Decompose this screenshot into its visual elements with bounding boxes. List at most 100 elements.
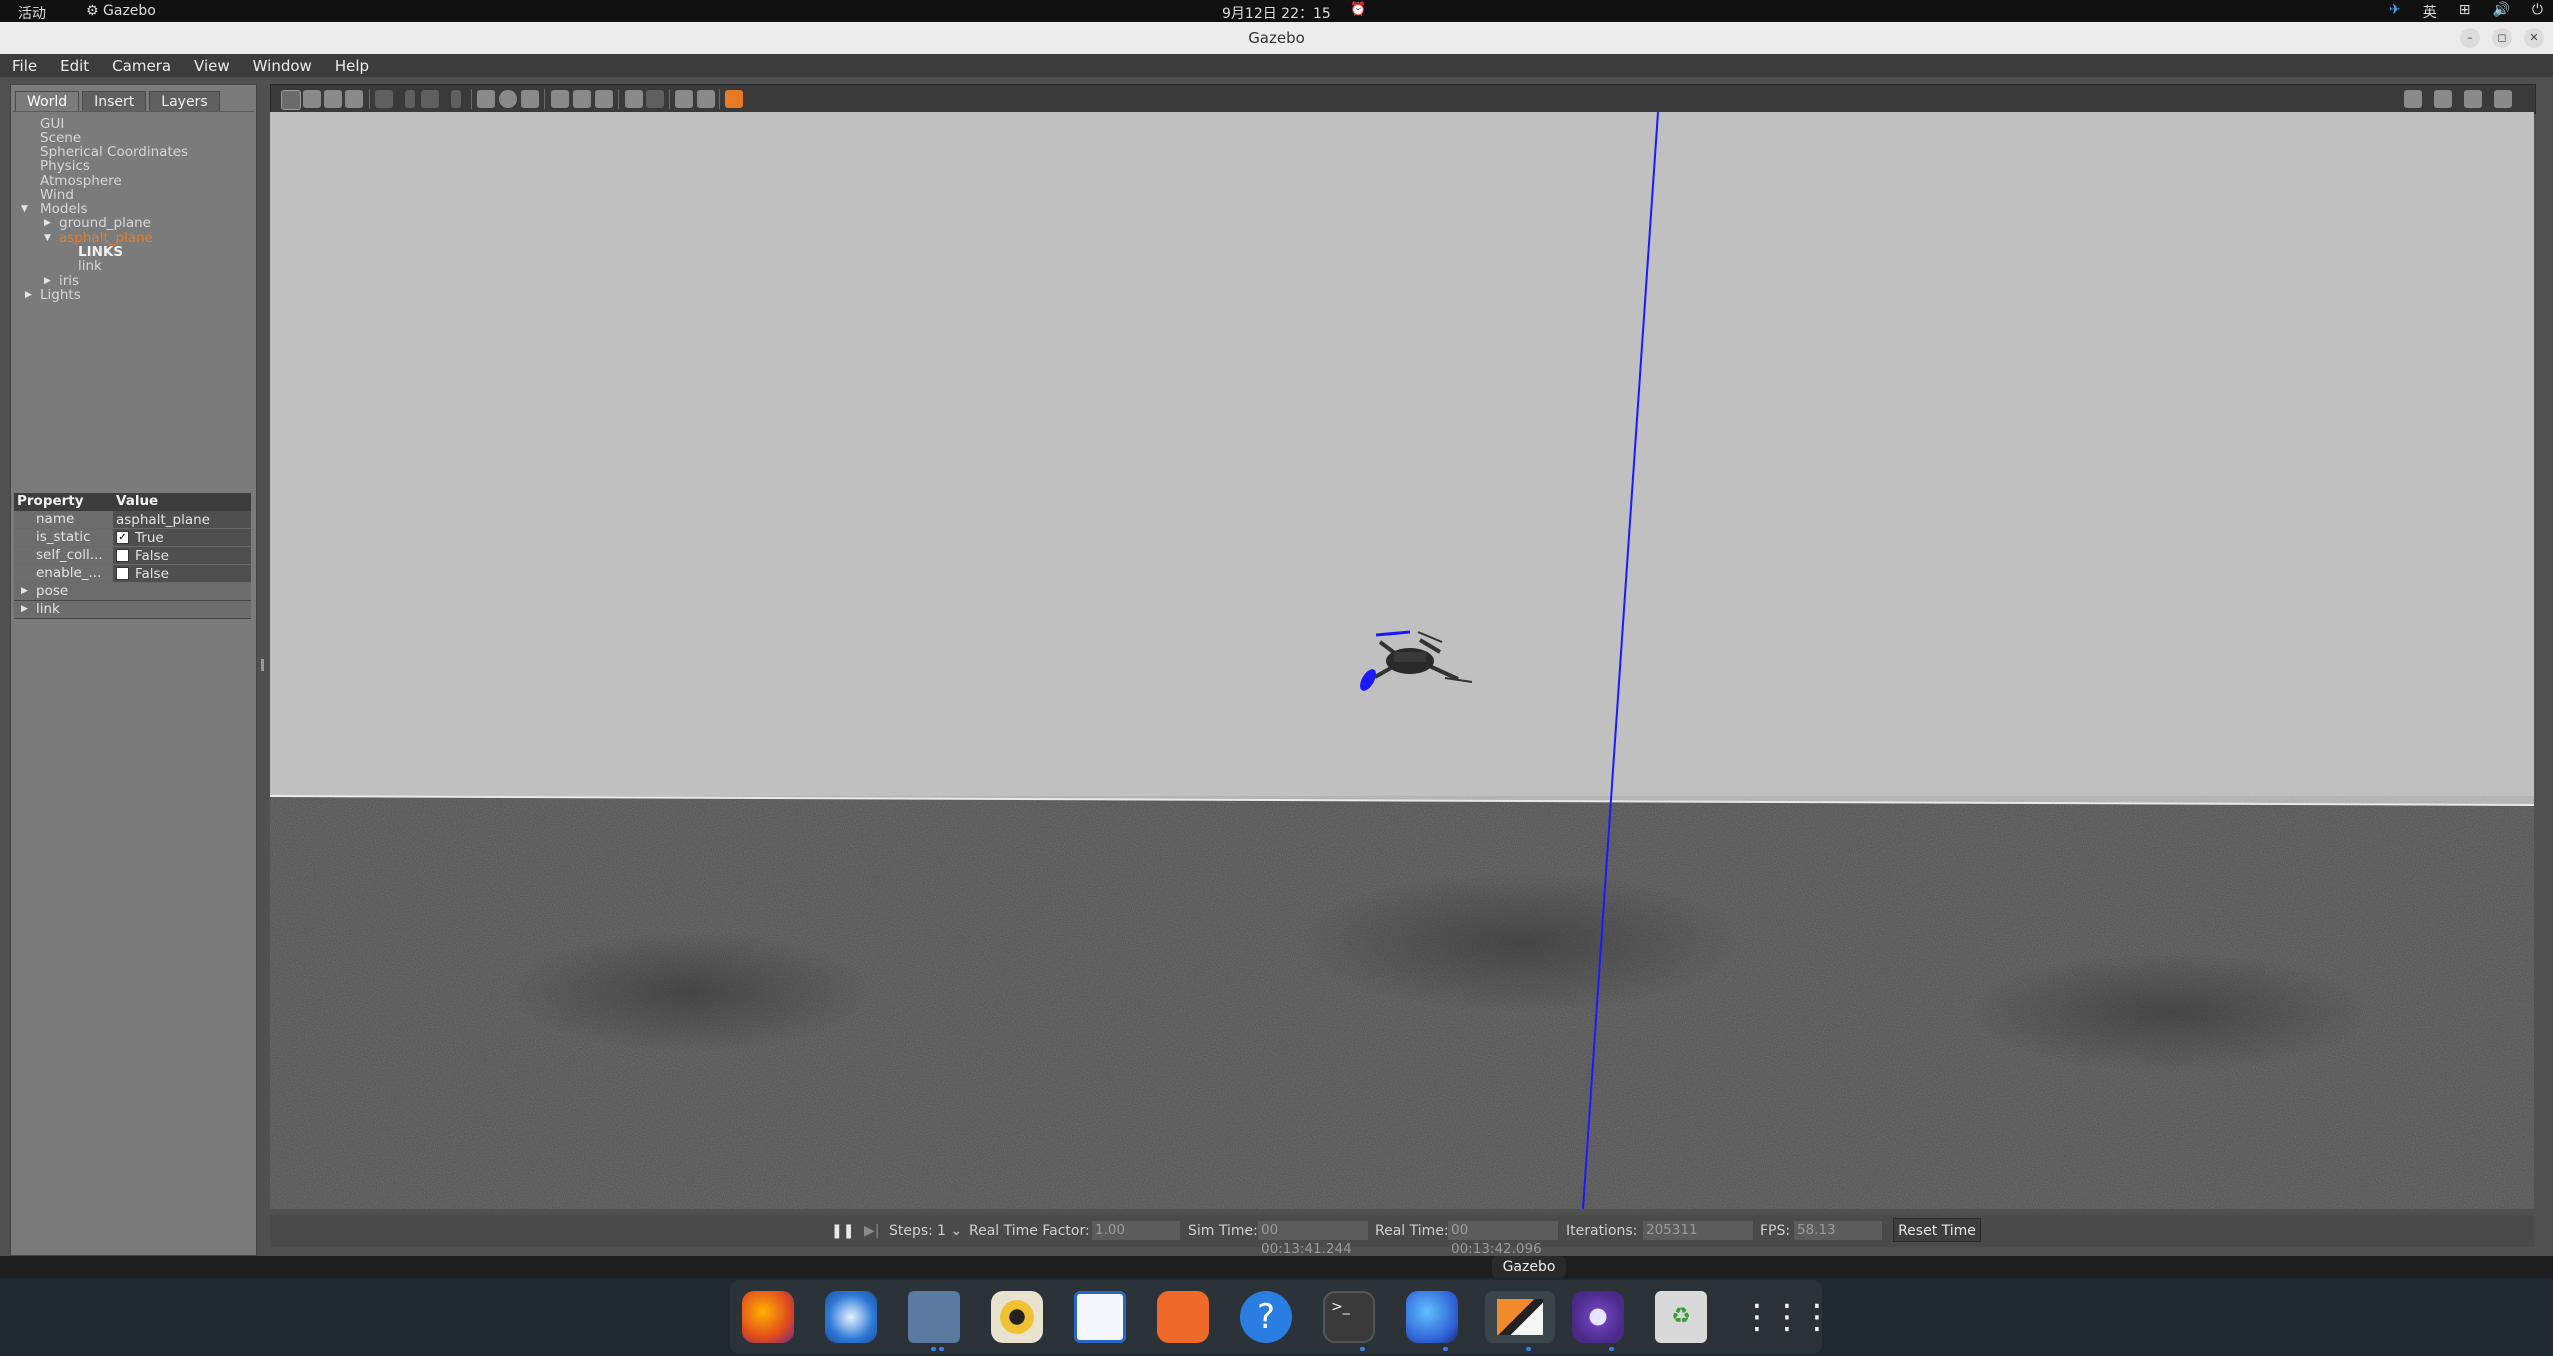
world-tree: GUI Scene Spherical Coordinates Physics … bbox=[13, 111, 254, 492]
input-method-indicator[interactable]: 英 bbox=[2423, 2, 2437, 22]
property-table-header: Property Value bbox=[14, 493, 251, 511]
thunderbird-icon[interactable] bbox=[825, 1291, 877, 1343]
activities-button[interactable]: 活动 bbox=[18, 3, 46, 23]
expand-models-icon[interactable]: ▼ bbox=[21, 204, 28, 214]
align-icon[interactable] bbox=[675, 90, 693, 108]
menu-file[interactable]: File bbox=[0, 54, 48, 77]
tree-item-physics[interactable]: Physics bbox=[40, 158, 90, 174]
property-value[interactable]: asphalt_plane bbox=[113, 511, 251, 528]
menu-edit[interactable]: Edit bbox=[48, 54, 100, 77]
property-value: False bbox=[135, 565, 169, 582]
window-title: Gazebo bbox=[1248, 29, 1305, 47]
help-icon[interactable]: ? bbox=[1240, 1291, 1292, 1343]
steps-label: Steps: bbox=[889, 1223, 933, 1239]
property-group-label: pose bbox=[36, 583, 69, 599]
select-mode-icon[interactable] bbox=[281, 90, 301, 110]
menu-window[interactable]: Window bbox=[241, 54, 323, 77]
expand-iris-icon[interactable]: ▶ bbox=[44, 276, 51, 286]
redo-icon[interactable] bbox=[421, 90, 439, 108]
network-status-icon: ✈ bbox=[2389, 2, 2401, 18]
terminal-icon[interactable]: >_ bbox=[1323, 1291, 1375, 1343]
gazebo-dock-item[interactable] bbox=[1485, 1291, 1555, 1343]
menu-help[interactable]: Help bbox=[323, 54, 380, 77]
undo-icon[interactable] bbox=[375, 90, 393, 108]
scene-render bbox=[270, 112, 2534, 1209]
property-key: enable_... bbox=[14, 565, 113, 582]
tree-item-lights[interactable]: Lights bbox=[40, 287, 81, 303]
active-app-label: Gazebo bbox=[103, 3, 156, 19]
system-tray[interactable]: ✈ 英 ⊞ 🔊 ⏻ bbox=[2389, 2, 2543, 22]
snap-icon[interactable] bbox=[697, 90, 715, 108]
enable-wind-checkbox[interactable] bbox=[116, 567, 129, 580]
steps-spinbox[interactable]: 1 ⌄ bbox=[937, 1223, 962, 1239]
pause-icon[interactable]: ❚❚ bbox=[831, 1223, 854, 1239]
expand-lights-icon[interactable]: ▶ bbox=[25, 290, 32, 300]
tab-layers[interactable]: Layers bbox=[149, 91, 220, 111]
screenshot-icon[interactable] bbox=[2404, 90, 2422, 108]
property-value: False bbox=[135, 547, 169, 564]
show-apps-grid-icon[interactable]: ⋮⋮⋮ bbox=[1740, 1291, 1834, 1343]
copy-icon[interactable] bbox=[625, 90, 643, 108]
gazebo-small-icon: ⚙ bbox=[86, 3, 99, 19]
menu-view[interactable]: View bbox=[182, 54, 241, 77]
dock: ? >_ ♻ ⋮⋮⋮ bbox=[730, 1280, 1834, 1354]
property-row-is-static[interactable]: is_static ✓ True bbox=[14, 529, 251, 547]
rhythmbox-icon[interactable] bbox=[991, 1291, 1043, 1343]
real-time-factor-value: 1.00 bbox=[1092, 1221, 1180, 1240]
reset-time-button[interactable]: Reset Time bbox=[1893, 1218, 1981, 1242]
scale-mode-icon[interactable] bbox=[345, 90, 363, 108]
trash-icon[interactable]: ♻ bbox=[1655, 1291, 1707, 1343]
app-center-icon[interactable] bbox=[1157, 1291, 1209, 1343]
files-icon[interactable] bbox=[908, 1291, 960, 1343]
gazebo-icon bbox=[1497, 1299, 1543, 1335]
redo-history-icon[interactable] bbox=[451, 90, 461, 108]
tab-world[interactable]: World bbox=[15, 91, 80, 111]
spot-light-icon[interactable] bbox=[573, 90, 591, 108]
property-group-pose[interactable]: ▶ pose bbox=[14, 583, 251, 601]
active-app-menu[interactable]: ⚙ Gazebo bbox=[86, 3, 156, 19]
expand-asphalt-plane-icon[interactable]: ▼ bbox=[44, 233, 51, 243]
expand-pose-icon[interactable]: ▶ bbox=[21, 586, 28, 596]
clock[interactable]: 9月12日 22：15 bbox=[1222, 3, 1331, 23]
scene-viewport[interactable] bbox=[270, 112, 2534, 1209]
log-data-icon[interactable] bbox=[2434, 90, 2452, 108]
is-static-checkbox[interactable]: ✓ bbox=[116, 531, 129, 544]
window-title-bar[interactable]: Gazebo – ◻ ✕ bbox=[0, 22, 2553, 55]
expand-link-icon[interactable]: ▶ bbox=[21, 604, 28, 614]
plot-icon[interactable] bbox=[2464, 90, 2482, 108]
tab-insert[interactable]: Insert bbox=[82, 91, 147, 111]
paste-icon[interactable] bbox=[646, 90, 664, 108]
box-shape-icon[interactable] bbox=[477, 90, 495, 108]
iterations-label: Iterations: bbox=[1566, 1223, 1638, 1239]
undo-history-icon[interactable] bbox=[405, 90, 415, 108]
video-record-icon[interactable] bbox=[2494, 90, 2512, 108]
point-light-icon[interactable] bbox=[551, 90, 569, 108]
close-icon[interactable]: ✕ bbox=[2524, 28, 2544, 48]
property-row-enable-wind[interactable]: enable_... False bbox=[14, 565, 251, 583]
firefox-icon[interactable] bbox=[742, 1291, 794, 1343]
step-icon[interactable]: ▶| bbox=[864, 1223, 879, 1239]
rotate-mode-icon[interactable] bbox=[324, 90, 342, 108]
fps-value: 58.13 bbox=[1794, 1221, 1882, 1240]
tree-item-ground-plane[interactable]: ground_plane bbox=[59, 215, 151, 231]
libreoffice-writer-icon[interactable] bbox=[1074, 1291, 1126, 1343]
maximize-icon[interactable]: ◻ bbox=[2492, 28, 2512, 48]
property-group-label: link bbox=[36, 601, 60, 617]
minimize-icon[interactable]: – bbox=[2460, 28, 2480, 48]
property-row-name[interactable]: name asphalt_plane bbox=[14, 511, 251, 529]
expand-ground-plane-icon[interactable]: ▶ bbox=[44, 218, 51, 228]
tree-item-link[interactable]: link bbox=[78, 258, 102, 274]
qgroundcontrol-icon[interactable] bbox=[1572, 1291, 1624, 1343]
menu-camera[interactable]: Camera bbox=[100, 54, 182, 77]
sim-time-value: 00 00:13:41.244 bbox=[1258, 1221, 1368, 1257]
property-group-link[interactable]: ▶ link bbox=[14, 601, 251, 619]
panel-splitter-handle[interactable] bbox=[261, 659, 264, 671]
change-view-icon[interactable] bbox=[725, 90, 743, 108]
kali-dragon-icon[interactable] bbox=[1406, 1291, 1458, 1343]
sphere-shape-icon[interactable] bbox=[499, 90, 517, 108]
directional-light-icon[interactable] bbox=[595, 90, 613, 108]
cylinder-shape-icon[interactable] bbox=[521, 90, 539, 108]
self-collide-checkbox[interactable] bbox=[116, 549, 129, 562]
property-row-self-collide[interactable]: self_coll... False bbox=[14, 547, 251, 565]
translate-mode-icon[interactable] bbox=[303, 90, 321, 108]
